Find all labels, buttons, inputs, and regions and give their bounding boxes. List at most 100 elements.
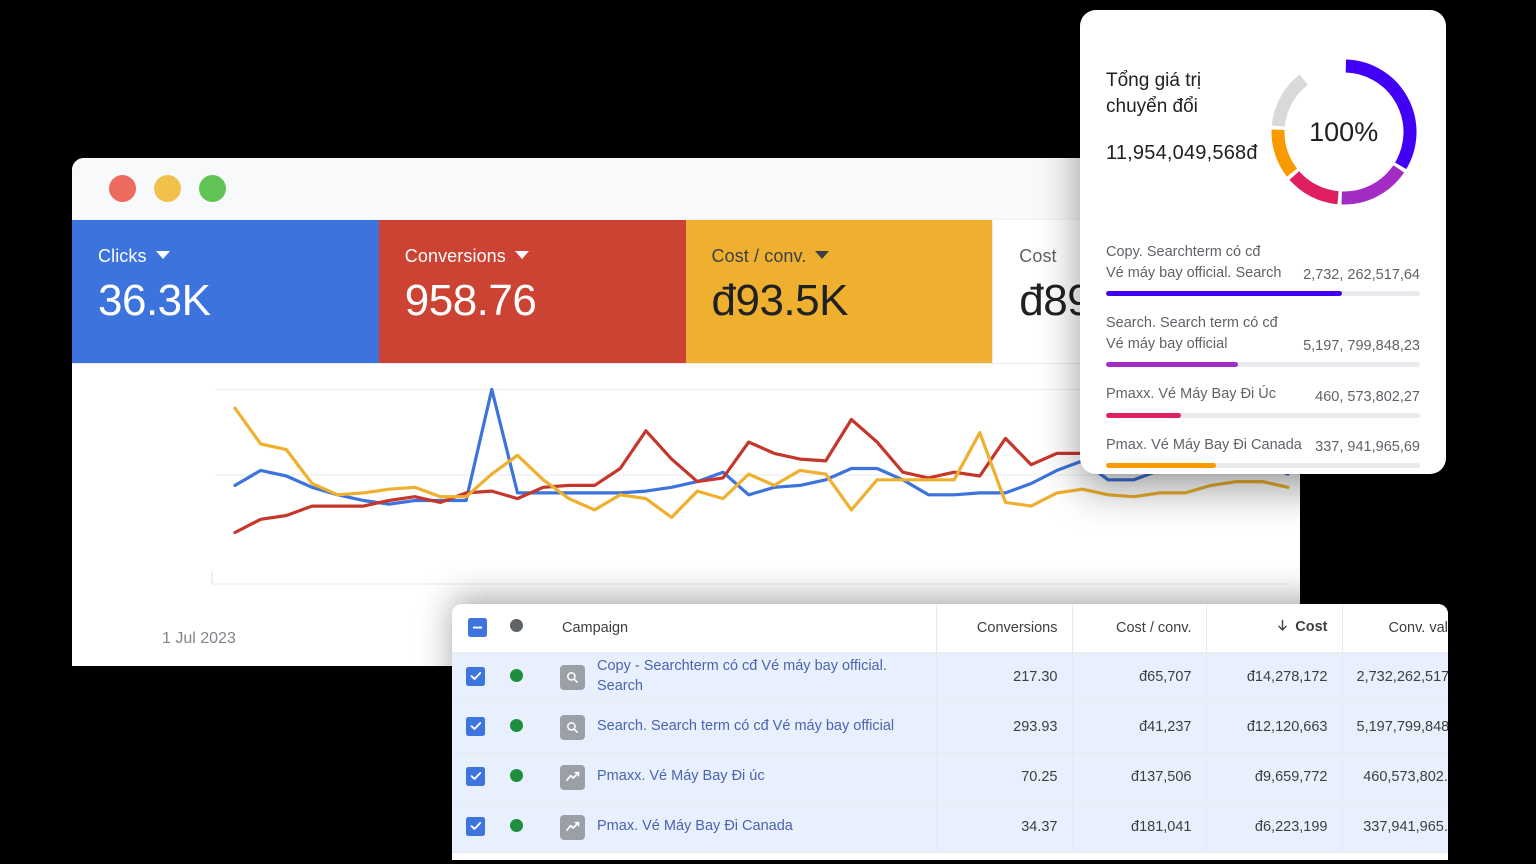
donut-legend-item[interactable]: Pmaxx. Vé Máy Bay Đi Úc460, 573,802,27	[1106, 384, 1420, 418]
kpi-value-clicks: 36.3K	[98, 277, 379, 325]
donut-legend-name: Pmax. Vé Máy Bay Đi Canada	[1106, 435, 1302, 456]
performance-max-icon-badge	[560, 815, 585, 840]
donut-legend-head: Search. Search term có cđVé máy bay offi…	[1106, 313, 1420, 354]
table-row[interactable]: Search. Search term có cđ Vé máy bay off…	[452, 702, 1448, 752]
donut-legend-item[interactable]: Pmax. Vé Máy Bay Đi Canada 337, 941,965,6…	[1106, 435, 1420, 469]
kpi-label-clicks[interactable]: Clicks	[98, 246, 170, 267]
donut-legend-item[interactable]: Search. Search term có cđVé máy bay offi…	[1106, 313, 1420, 367]
row-cost-per-conv-cell: đ65,707	[1072, 652, 1206, 702]
kpi-label-conversions-text: Conversions	[405, 246, 506, 266]
donut-legend-progress-fill	[1106, 413, 1181, 418]
donut-center-percent: 100%	[1264, 52, 1424, 212]
status-enabled-icon	[510, 769, 523, 782]
row-status-cell	[500, 652, 546, 702]
minimize-window-button[interactable]	[154, 175, 181, 202]
campaign-cell-content: Copy - Searchterm có cđ Vé máy bay offic…	[560, 657, 922, 696]
kpi-label-cost-text: Cost	[1019, 246, 1056, 266]
donut-legend-value: 460, 573,802,27	[1315, 389, 1420, 405]
table-header-conv-value[interactable]: Conv. value	[1342, 604, 1448, 652]
kpi-label-cost-per-conv[interactable]: Cost / conv.	[712, 246, 830, 267]
donut-legend-list: Copy. Searchterm có cđVé máy bay officia…	[1106, 242, 1420, 468]
row-select-cell	[452, 802, 500, 852]
status-enabled-icon	[510, 669, 523, 682]
table-header: Campaign Conversions Cost / conv. Cost C…	[452, 604, 1448, 652]
table-row[interactable]: Pmax. Vé Máy Bay Đi Canada34.37đ181,041đ…	[452, 802, 1448, 852]
donut-legend-value: 5,197, 799,848,23	[1303, 338, 1420, 354]
donut-chart: 100%	[1264, 52, 1424, 212]
close-window-button[interactable]	[109, 175, 136, 202]
kpi-card-clicks[interactable]: Clicks 36.3K	[72, 220, 379, 363]
donut-card-title: Tổng giá trị chuyển đổi	[1106, 68, 1258, 120]
table-row[interactable]: Pmaxx. Vé Máy Bay Đi úc70.25đ137,506đ9,6…	[452, 752, 1448, 802]
table-header-cost-per-conv[interactable]: Cost / conv.	[1072, 604, 1206, 652]
row-select-cell	[452, 652, 500, 702]
select-all-checkbox[interactable]	[468, 618, 487, 637]
kpi-label-conversions[interactable]: Conversions	[405, 246, 529, 267]
table-header-cost[interactable]: Cost	[1206, 604, 1342, 652]
row-checkbox[interactable]	[466, 767, 485, 786]
kpi-label-cost: Cost	[1019, 246, 1056, 267]
row-status-cell	[500, 752, 546, 802]
status-dot-icon	[510, 619, 523, 632]
donut-legend-progress-fill	[1106, 362, 1238, 367]
row-conversions-cell: 293.93	[936, 702, 1072, 752]
status-enabled-icon	[510, 719, 523, 732]
sort-descending-icon	[1276, 619, 1289, 636]
donut-legend-head: Pmax. Vé Máy Bay Đi Canada 337, 941,965,6…	[1106, 435, 1420, 456]
donut-legend-progress-track	[1106, 463, 1420, 468]
maximize-window-button[interactable]	[199, 175, 226, 202]
row-checkbox[interactable]	[466, 817, 485, 836]
table-header-conversions[interactable]: Conversions	[936, 604, 1072, 652]
table-header-campaign[interactable]: Campaign	[546, 604, 936, 652]
campaign-cell-content: Search. Search term có cđ Vé máy bay off…	[560, 715, 922, 740]
donut-legend-progress-fill	[1106, 463, 1216, 468]
table-row[interactable]: Copy - Searchterm có cđ Vé máy bay offic…	[452, 652, 1448, 702]
donut-legend-progress-fill	[1106, 291, 1342, 296]
campaigns-table-card: Campaign Conversions Cost / conv. Cost C…	[452, 604, 1448, 860]
donut-legend-name: Search. Search term có cđVé máy bay offi…	[1106, 313, 1278, 354]
check-icon	[469, 719, 483, 733]
row-conversions-cell: 34.37	[936, 802, 1072, 852]
row-conv-value-cell: 2,732,262,517.64	[1342, 652, 1448, 702]
row-select-cell	[452, 752, 500, 802]
row-select-cell	[452, 702, 500, 752]
donut-legend-name: Copy. Searchterm có cđVé máy bay officia…	[1106, 242, 1281, 283]
kpi-card-cost-per-conv[interactable]: Cost / conv. đ93.5K	[686, 220, 993, 363]
row-cost-cell: đ12,120,663	[1206, 702, 1342, 752]
table-header-row: Campaign Conversions Cost / conv. Cost C…	[452, 604, 1448, 652]
donut-legend-progress-track	[1106, 291, 1420, 296]
chevron-down-icon[interactable]	[815, 251, 829, 259]
chevron-down-icon[interactable]	[515, 251, 529, 259]
campaigns-table: Campaign Conversions Cost / conv. Cost C…	[452, 604, 1448, 853]
donut-legend-head: Copy. Searchterm có cđVé máy bay officia…	[1106, 242, 1420, 283]
row-cost-per-conv-cell: đ137,506	[1072, 752, 1206, 802]
campaign-name-link[interactable]: Copy - Searchterm có cđ Vé máy bay offic…	[597, 657, 922, 696]
screenshot-root: Clicks 36.3K Conversions 958.76 Cost / c…	[0, 0, 1536, 864]
donut-legend-name-line2: Vé máy bay official	[1106, 334, 1278, 355]
chart-x-axis-label: 1 Jul 2023	[162, 630, 236, 648]
search-icon	[565, 720, 580, 735]
donut-legend-progress-track	[1106, 362, 1420, 367]
chevron-down-icon[interactable]	[156, 251, 170, 259]
table-body: Copy - Searchterm có cđ Vé máy bay offic…	[452, 652, 1448, 852]
row-status-cell	[500, 702, 546, 752]
donut-legend-item[interactable]: Copy. Searchterm có cđVé máy bay officia…	[1106, 242, 1420, 296]
donut-card-header: Tổng giá trị chuyển đổi 11,954,049,568đ …	[1106, 52, 1420, 212]
campaign-name-link[interactable]: Search. Search term có cđ Vé máy bay off…	[597, 717, 894, 737]
kpi-card-conversions[interactable]: Conversions 958.76	[379, 220, 686, 363]
donut-legend-value: 337, 941,965,69	[1315, 439, 1420, 455]
row-cost-per-conv-cell: đ181,041	[1072, 802, 1206, 852]
campaign-name-link[interactable]: Pmax. Vé Máy Bay Đi Canada	[597, 817, 793, 837]
check-icon	[469, 669, 483, 683]
row-checkbox[interactable]	[466, 717, 485, 736]
donut-legend-progress-track	[1106, 413, 1420, 418]
campaign-name-link[interactable]: Pmaxx. Vé Máy Bay Đi úc	[597, 767, 765, 787]
row-conv-value-cell: 5,197,799,848.23	[1342, 702, 1448, 752]
status-header-cell	[500, 604, 546, 652]
check-icon	[469, 769, 483, 783]
status-enabled-icon	[510, 819, 523, 832]
row-checkbox[interactable]	[466, 667, 485, 686]
kpi-label-clicks-text: Clicks	[98, 246, 147, 266]
row-conversions-cell: 217.30	[936, 652, 1072, 702]
kpi-value-conversions: 958.76	[405, 277, 686, 325]
